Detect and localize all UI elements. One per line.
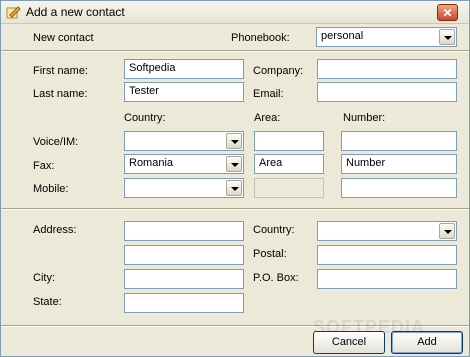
mobile-number-field[interactable] [341,178,457,198]
close-button[interactable]: ✕ [437,4,458,21]
country-label: Country: [253,224,295,236]
add-button-label: Add [417,336,437,348]
number-column-header: Number: [343,112,386,124]
new-contact-label: New contact [33,32,94,44]
email-label: Email: [253,88,284,100]
address-line2-field[interactable] [124,245,244,265]
area-column-header: Area: [254,112,281,124]
chevron-down-icon[interactable] [226,133,242,149]
postal-field[interactable] [317,245,457,265]
fax-number-field[interactable]: Number [341,154,457,174]
add-contact-dialog: Add a new contact ✕ New contact Phoneboo… [0,0,470,357]
separator-top [1,50,469,52]
state-label: State: [33,296,62,308]
voice-country-select[interactable] [124,131,244,151]
close-icon: ✕ [442,6,453,20]
phonebook-value: personal [321,30,364,42]
cancel-button-label: Cancel [331,336,367,348]
pobox-label: P.O. Box: [253,272,299,284]
last-name-field[interactable]: Tester [124,82,244,102]
notepad-pencil-icon [5,4,21,20]
phonebook-select[interactable]: personal [316,27,457,47]
fax-number-value: Number [346,157,386,169]
city-label: City: [33,272,55,284]
cancel-button[interactable]: Cancel [313,331,385,354]
chevron-down-icon[interactable] [439,223,455,239]
chevron-down-icon[interactable] [439,29,455,45]
add-button[interactable]: Add [391,331,463,354]
fax-area-value: Area [259,157,283,169]
company-field[interactable] [317,59,457,79]
chevron-down-icon[interactable] [226,180,242,196]
voice-im-label: Voice/IM: [33,136,79,148]
first-name-value: Softpedia [129,62,176,74]
company-label: Company: [253,65,304,77]
mobile-area-field-disabled [254,178,324,198]
mobile-country-select[interactable] [124,178,244,198]
window-title: Add a new contact [26,5,125,19]
phonebook-label: Phonebook: [231,32,290,44]
fax-country-value: Romania [129,157,174,169]
city-field[interactable] [124,269,244,289]
pobox-field[interactable] [317,269,457,289]
title-bar[interactable]: Add a new contact ✕ [1,1,469,24]
country-column-header: Country: [124,112,166,124]
address-line1-field[interactable] [124,221,244,241]
fax-label: Fax: [33,160,55,172]
mobile-label: Mobile: [33,183,69,195]
separator-middle [1,208,469,210]
state-field[interactable] [124,293,244,313]
fax-area-field[interactable]: Area [254,154,324,174]
address-label: Address: [33,224,77,236]
chevron-down-icon[interactable] [226,156,242,172]
first-name-label: First name: [33,65,89,77]
first-name-field[interactable]: Softpedia [124,59,244,79]
last-name-value: Tester [129,85,159,97]
last-name-label: Last name: [33,88,88,100]
voice-number-field[interactable] [341,131,457,151]
fax-country-select[interactable]: Romania [124,154,244,174]
postal-label: Postal: [253,248,287,260]
email-field[interactable] [317,82,457,102]
voice-area-field[interactable] [254,131,324,151]
country-select[interactable] [317,221,457,241]
